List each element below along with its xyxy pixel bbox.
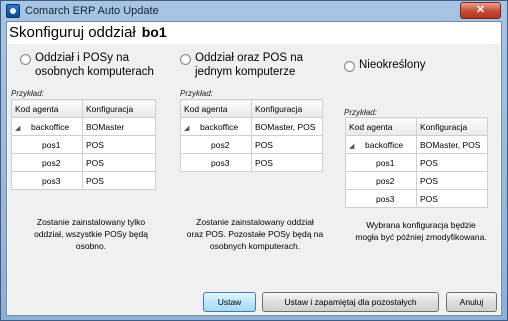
- agent-code: pos1: [345, 153, 417, 172]
- page-title-text: Skonfiguruj oddział: [9, 24, 136, 41]
- option-unspecified[interactable]: Nieokreślony: [344, 58, 425, 72]
- example-label: Przykład:: [180, 89, 213, 98]
- agent-code: backoffice: [200, 121, 239, 132]
- description-line: osobno.: [75, 241, 107, 251]
- column-header-agent: Kod agenta: [180, 99, 252, 118]
- options-panel: Oddział i POSy na osobnych komputerach P…: [8, 44, 500, 314]
- column-header-config: Konfiguracja: [416, 117, 488, 136]
- example-label: Przykład:: [344, 108, 377, 117]
- cancel-button[interactable]: Anuluj: [446, 292, 497, 312]
- config-cell: POS: [251, 135, 323, 154]
- description-line: Zostanie zainstalowany tylko: [36, 217, 146, 227]
- description-line: oraz POS. Pozostałe POSy będą na: [186, 229, 324, 239]
- config-cell: POS: [416, 171, 488, 190]
- option-label-line[interactable]: Oddział i POSy na: [35, 51, 154, 65]
- option-separate-computers[interactable]: Oddział i POSy na osobnych komputerach: [20, 51, 154, 79]
- page-title: Skonfiguruj oddział bo1: [9, 24, 167, 44]
- collapse-arrow-icon: ◢: [349, 142, 355, 150]
- table-row: pos3 POS: [11, 171, 156, 190]
- option-label-line[interactable]: Oddział oraz POS na: [195, 51, 303, 65]
- department-code: bo1: [141, 24, 167, 40]
- agent-code: pos1: [11, 135, 83, 154]
- option-label-line[interactable]: jednym komputerze: [195, 65, 303, 79]
- config-cell: POS: [82, 171, 156, 190]
- agent-code: pos2: [180, 135, 252, 154]
- agent-code: pos3: [180, 153, 252, 172]
- example-label: Przykład:: [11, 89, 44, 98]
- table-row: ◢ backoffice BOMaster: [11, 117, 156, 136]
- table-row: pos2 POS: [180, 135, 323, 154]
- table-row: pos3 POS: [345, 189, 488, 208]
- config-cell: POS: [82, 153, 156, 172]
- description-line: oddział, wszystkie POSy będą: [34, 229, 148, 239]
- example-table-same: Kod agenta Konfiguracja ◢ backoffice BOMa…: [180, 99, 323, 172]
- agent-code: pos2: [345, 171, 417, 190]
- description-line: Wybrana konfiguracja będzie: [366, 220, 476, 230]
- description-line: mogła być później zmodyfikowana.: [355, 232, 487, 242]
- app-icon: [6, 4, 20, 18]
- example-table-separate: Kod agenta Konfiguracja ◢ backoffice BOMa…: [11, 99, 156, 190]
- table-row: pos2 POS: [11, 153, 156, 172]
- config-cell: BOMaster: [82, 117, 156, 136]
- column-header-config: Konfiguracja: [82, 99, 156, 118]
- table-row: ◢ backoffice BOMaster, POS: [180, 117, 323, 136]
- option-label-line[interactable]: Nieokreślony: [359, 58, 425, 72]
- radio-same-computer[interactable]: [180, 54, 191, 65]
- agent-code: backoffice: [31, 121, 70, 132]
- example-table-unspecified: Kod agenta Konfiguracja ◢ backoffice BOMa…: [345, 117, 488, 208]
- title-bar[interactable]: Comarch ERP Auto Update ✕: [1, 1, 507, 21]
- agent-code: pos3: [345, 189, 417, 208]
- description-line: osobnych komputerach.: [209, 241, 301, 251]
- table-row: pos3 POS: [180, 153, 323, 172]
- table-row: pos1 POS: [345, 153, 488, 172]
- table-row: ◢ backoffice BOMaster, POS: [345, 135, 488, 154]
- set-and-remember-button[interactable]: Ustaw i zapamiętaj dla pozostałych: [262, 292, 439, 312]
- option-description: Wybrana konfiguracja będzie mogła być pó…: [341, 219, 501, 243]
- option-label-line[interactable]: osobnych komputerach: [35, 65, 154, 79]
- column-header-config: Konfiguracja: [251, 99, 323, 118]
- config-cell: BOMaster, POS: [416, 135, 488, 154]
- radio-unspecified[interactable]: [344, 61, 355, 72]
- app-window: Comarch ERP Auto Update ✕ Skonfiguruj od…: [0, 0, 508, 321]
- set-button[interactable]: Ustaw: [203, 292, 256, 312]
- option-description: Zostanie zainstalowany tylko oddział, ws…: [11, 216, 171, 252]
- radio-separate-computers[interactable]: [20, 54, 31, 65]
- agent-code: backoffice: [365, 139, 404, 150]
- collapse-arrow-icon: ◢: [184, 124, 190, 132]
- column-header-agent: Kod agenta: [11, 99, 83, 118]
- option-same-computer[interactable]: Oddział oraz POS na jednym komputerze: [180, 51, 303, 79]
- description-line: Zostanie zainstalowany oddział: [196, 217, 314, 227]
- close-button[interactable]: ✕: [460, 2, 501, 19]
- dialog-client-area: Skonfiguruj oddział bo1 Oddział i POSy n…: [6, 21, 502, 316]
- collapse-arrow-icon: ◢: [15, 124, 21, 132]
- table-row: pos2 POS: [345, 171, 488, 190]
- config-cell: POS: [82, 135, 156, 154]
- table-row: pos1 POS: [11, 135, 156, 154]
- window-title: Comarch ERP Auto Update: [25, 5, 159, 17]
- column-header-agent: Kod agenta: [345, 117, 417, 136]
- config-cell: BOMaster, POS: [251, 117, 323, 136]
- option-description: Zostanie zainstalowany oddział oraz POS.…: [175, 216, 335, 252]
- agent-code: pos3: [11, 171, 83, 190]
- config-cell: POS: [251, 153, 323, 172]
- config-cell: POS: [416, 189, 488, 208]
- agent-code: pos2: [11, 153, 83, 172]
- config-cell: POS: [416, 153, 488, 172]
